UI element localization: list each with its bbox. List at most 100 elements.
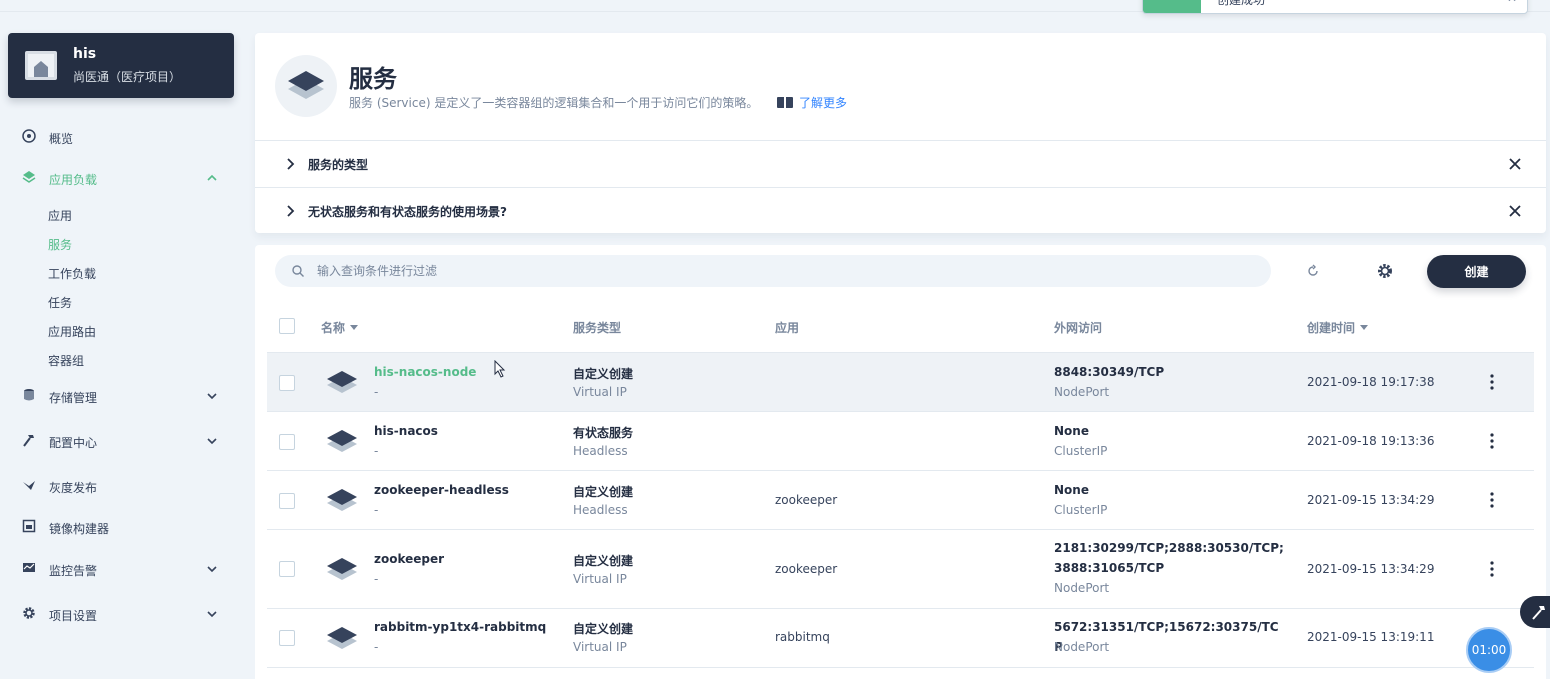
sidebar-item-label: 应用负载: [49, 173, 98, 187]
search-input[interactable]: [317, 255, 1257, 287]
close-icon[interactable]: [1508, 204, 1522, 218]
column-created-time[interactable]: 创建时间: [1307, 319, 1369, 336]
service-name-link[interactable]: zookeeper-headless: [374, 483, 509, 497]
learn-more-link[interactable]: 了解更多: [777, 94, 847, 111]
created-time: 2021-09-18 19:17:38: [1307, 375, 1435, 389]
select-all-checkbox[interactable]: [279, 318, 295, 334]
table-row[interactable]: his-nacos - 有状态服务 Headless None ClusterI…: [267, 412, 1534, 471]
column-label: 外网访问: [1054, 321, 1103, 335]
external-access: 8848:30349/TCP: [1054, 365, 1165, 379]
service-type: 自定义创建: [573, 367, 634, 381]
chevron-down-icon: [207, 611, 217, 618]
tip-label: 服务的类型: [308, 158, 369, 172]
sidebar-item-grayscale[interactable]: 灰度发布: [0, 468, 245, 504]
toast-close-icon[interactable]: ✕: [1507, 0, 1517, 5]
sidebar-item-project-settings[interactable]: 项目设置: [0, 596, 245, 632]
tip-service-types[interactable]: 服务的类型: [255, 140, 1546, 186]
book-icon: [777, 97, 793, 108]
sidebar-subitem-pods[interactable]: 容器组: [48, 352, 84, 369]
service-subtype: Virtual IP: [573, 572, 627, 586]
project-description: 尚医通（医疗项目）: [73, 70, 182, 84]
more-actions-icon[interactable]: [1489, 561, 1495, 577]
create-button[interactable]: 创建: [1427, 255, 1526, 288]
row-checkbox[interactable]: [279, 630, 295, 646]
access-type: ClusterIP: [1054, 503, 1108, 517]
sidebar-subitem-jobs[interactable]: 任务: [48, 294, 72, 311]
service-name-link[interactable]: rabbitm-yp1tx4-rabbitmq: [374, 620, 546, 634]
table-row[interactable]: his-nacos-node - 自定义创建 Virtual IP 8848:3…: [267, 353, 1534, 412]
column-external-access: 外网访问: [1054, 319, 1102, 336]
access-type: NodePort: [1054, 385, 1110, 399]
table-row[interactable]: rabbitm-yp1tx4-rabbitmq - 自定义创建 Virtual …: [267, 609, 1534, 668]
column-label: 名称: [321, 321, 346, 335]
table-row[interactable]: zookeeper-headless - 自定义创建 Headless zook…: [267, 471, 1534, 530]
service-alias: -: [374, 640, 379, 654]
sidebar-subitem-routes[interactable]: 应用路由: [48, 323, 96, 340]
table-row[interactable]: zookeeper - 自定义创建 Virtual IP zookeeper 2…: [267, 530, 1534, 609]
created-time: 2021-09-15 13:34:29: [1307, 562, 1435, 576]
image-builder-icon: [22, 519, 36, 533]
sidebar-item-label: 监控告警: [49, 564, 98, 578]
table-header: 名称 服务类型 应用 外网访问 创建时间: [267, 301, 1534, 353]
sidebar-item-label: 配置中心: [49, 436, 98, 450]
column-app: 应用: [775, 319, 799, 336]
column-label: 创建时间: [1307, 321, 1356, 335]
search-bar[interactable]: [275, 255, 1271, 287]
chevron-down-icon: [207, 393, 217, 400]
row-checkbox[interactable]: [279, 561, 295, 577]
database-icon: [24, 389, 34, 401]
chevron-up-icon: [207, 174, 217, 181]
created-time: 2021-09-18 19:13:36: [1307, 434, 1435, 448]
learn-more-label: 了解更多: [799, 96, 848, 110]
success-toast: 创建成功 ✕: [1142, 0, 1528, 14]
column-name[interactable]: 名称: [321, 319, 359, 336]
row-checkbox[interactable]: [279, 493, 295, 509]
service-icon: [327, 627, 357, 649]
row-checkbox[interactable]: [279, 375, 295, 391]
service-icon: [327, 489, 357, 511]
close-icon[interactable]: [1508, 157, 1522, 171]
tip-stateless-stateful[interactable]: 无状态服务和有状态服务的使用场景?: [255, 187, 1546, 233]
sidebar-item-overview[interactable]: 概览: [0, 119, 245, 155]
more-actions-icon[interactable]: [1489, 433, 1495, 449]
service-name-link[interactable]: his-nacos: [374, 424, 438, 438]
row-checkbox[interactable]: [279, 434, 295, 450]
more-actions-icon[interactable]: [1489, 492, 1495, 508]
project-name: his: [73, 46, 97, 62]
gear-icon: [23, 607, 35, 619]
sidebar-item-workloads[interactable]: 应用负载: [0, 160, 245, 196]
sort-caret-icon: [350, 325, 359, 330]
mouse-cursor-icon: [494, 360, 506, 378]
settings-icon[interactable]: [1376, 262, 1394, 280]
service-type: 自定义创建: [573, 554, 634, 568]
chevron-right-icon: [287, 205, 295, 217]
service-icon: [327, 558, 357, 580]
sidebar-item-config[interactable]: 配置中心: [0, 423, 245, 459]
tools-float-button[interactable]: [1520, 596, 1550, 628]
sidebar-item-image-builder[interactable]: 镜像构建器: [0, 509, 245, 545]
created-time: 2021-09-15 13:19:11: [1307, 630, 1435, 644]
toast-status-bar: [1143, 0, 1201, 13]
sidebar-item-monitoring[interactable]: 监控告警: [0, 551, 245, 587]
refresh-icon[interactable]: [1304, 262, 1322, 280]
column-label: 应用: [775, 321, 800, 335]
access-type: NodePort: [1054, 640, 1110, 654]
service-subtype: Virtual IP: [573, 640, 627, 654]
service-icon: [327, 430, 357, 452]
bird-icon: [23, 481, 35, 490]
hammer-icon: [1532, 606, 1545, 620]
external-access: None: [1054, 424, 1089, 438]
sidebar-subitem-services[interactable]: 服务: [48, 236, 72, 253]
sidebar-item-storage[interactable]: 存储管理: [0, 378, 245, 414]
sidebar-subitem-apps[interactable]: 应用: [48, 207, 72, 224]
service-name-link[interactable]: his-nacos-node: [374, 365, 476, 379]
sidebar-subitem-workloads[interactable]: 工作负载: [48, 265, 96, 282]
more-actions-icon[interactable]: [1489, 374, 1495, 390]
service-app: zookeeper: [775, 493, 838, 507]
project-icon: [25, 51, 57, 80]
service-icon: [327, 371, 357, 393]
project-card[interactable]: his 尚医通（医疗项目）: [8, 33, 234, 98]
service-name-link[interactable]: zookeeper: [374, 552, 444, 566]
page-title: 服务: [349, 65, 397, 93]
created-time: 2021-09-15 13:34:29: [1307, 493, 1435, 507]
